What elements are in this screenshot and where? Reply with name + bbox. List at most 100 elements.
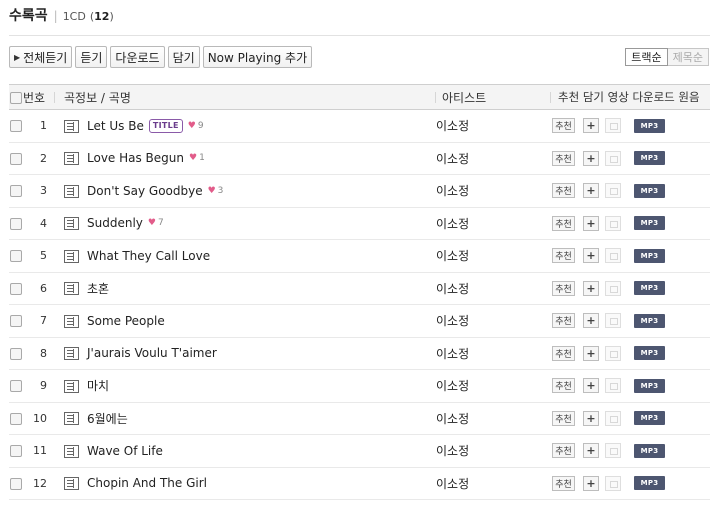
add-to-playlist-button[interactable]: +	[583, 313, 599, 329]
lyrics-doc-icon[interactable]	[64, 249, 79, 263]
mp3-download-button[interactable]: MP3	[634, 216, 665, 231]
add-to-playlist-button[interactable]: +	[583, 215, 599, 231]
lyrics-doc-icon[interactable]	[64, 119, 79, 133]
song-title[interactable]: Let Us Be	[87, 119, 144, 133]
song-title[interactable]: Love Has Begun	[87, 151, 184, 165]
track-checkbox[interactable]	[10, 477, 22, 490]
lyrics-doc-icon[interactable]	[64, 152, 79, 166]
column-song: 곡정보 / 곡명	[54, 85, 435, 110]
mp3-download-button[interactable]: MP3	[634, 118, 665, 133]
mp3-download-button[interactable]: MP3	[634, 476, 665, 491]
video-icon	[605, 378, 621, 394]
mp3-download-button[interactable]: MP3	[634, 443, 665, 458]
mp3-download-button[interactable]: MP3	[634, 346, 665, 361]
sort-title-button[interactable]: 제목순	[667, 48, 709, 66]
lyrics-doc-icon[interactable]	[64, 282, 79, 296]
artist-name[interactable]: 이소정	[436, 184, 469, 198]
lyrics-doc-icon[interactable]	[64, 444, 79, 458]
select-all-checkbox[interactable]	[10, 91, 22, 104]
track-number: 4	[40, 216, 47, 230]
recommend-button[interactable]: 추천	[552, 183, 575, 199]
add-to-playlist-button[interactable]: +	[583, 150, 599, 166]
recommend-button[interactable]: 추천	[552, 345, 575, 361]
lyrics-doc-icon[interactable]	[64, 217, 79, 231]
recommend-button[interactable]: 추천	[552, 475, 575, 491]
artist-name[interactable]: 이소정	[436, 379, 469, 393]
song-title[interactable]: Chopin And The Girl	[87, 476, 207, 490]
song-title[interactable]: Wave Of Life	[87, 444, 163, 458]
like-count: 1	[199, 153, 205, 164]
recommend-button[interactable]: 추천	[552, 280, 575, 296]
lyrics-doc-icon[interactable]	[64, 412, 79, 426]
recommend-button[interactable]: 추천	[552, 215, 575, 231]
sort-track-button[interactable]: 트랙순	[625, 48, 668, 66]
add-to-playlist-button[interactable]: +	[583, 248, 599, 264]
mp3-download-button[interactable]: MP3	[634, 151, 665, 166]
download-button[interactable]: 다운로드	[110, 46, 165, 68]
song-title[interactable]: 6월에는	[87, 410, 128, 427]
lyrics-doc-icon[interactable]	[64, 184, 79, 198]
artist-name[interactable]: 이소정	[436, 477, 469, 491]
track-checkbox[interactable]	[10, 250, 22, 263]
lyrics-doc-icon[interactable]	[64, 347, 79, 361]
track-checkbox[interactable]	[10, 185, 22, 198]
mp3-download-button[interactable]: MP3	[634, 183, 665, 198]
add-to-playlist-button[interactable]: +	[583, 183, 599, 199]
play-all-button[interactable]: ▶ 전체듣기	[9, 46, 73, 68]
recommend-button[interactable]: 추천	[552, 378, 575, 394]
track-checkbox[interactable]	[10, 347, 22, 360]
artist-name[interactable]: 이소정	[436, 119, 469, 133]
recommend-button[interactable]: 추천	[552, 313, 575, 329]
track-checkbox[interactable]	[10, 217, 22, 230]
mp3-download-button[interactable]: MP3	[634, 411, 665, 426]
recommend-button[interactable]: 추천	[552, 248, 575, 264]
add-to-playlist-button[interactable]: +	[583, 280, 599, 296]
song-title[interactable]: What They Call Love	[87, 249, 210, 263]
artist-name[interactable]: 이소정	[436, 152, 469, 166]
mp3-download-button[interactable]: MP3	[634, 248, 665, 263]
song-title[interactable]: 초혼	[87, 280, 109, 297]
now-playing-add-button[interactable]: Now Playing 추가	[202, 46, 313, 68]
artist-name[interactable]: 이소정	[436, 249, 469, 263]
track-checkbox[interactable]	[10, 412, 22, 425]
add-to-playlist-button[interactable]: +	[583, 410, 599, 426]
title-track-badge: TITLE	[148, 118, 183, 133]
track-checkbox[interactable]	[10, 282, 22, 295]
play-triangle-icon: ▶	[14, 52, 21, 62]
song-title[interactable]: J'aurais Voulu T'aimer	[87, 346, 217, 360]
listen-button[interactable]: 듣기	[75, 46, 108, 68]
lyrics-doc-icon[interactable]	[64, 379, 79, 393]
artist-name[interactable]: 이소정	[436, 412, 469, 426]
song-title[interactable]: Don't Say Goodbye	[87, 184, 203, 198]
header-divider	[9, 35, 710, 36]
song-title[interactable]: Suddenly	[87, 216, 143, 230]
artist-name[interactable]: 이소정	[436, 217, 469, 231]
table-row: 12 Chopin And The Girl 이소정 추천 + MP3	[9, 467, 710, 500]
artist-name[interactable]: 이소정	[436, 347, 469, 361]
artist-name[interactable]: 이소정	[436, 314, 469, 328]
lyrics-doc-icon[interactable]	[64, 314, 79, 328]
recommend-button[interactable]: 추천	[552, 150, 575, 166]
track-checkbox[interactable]	[10, 315, 22, 328]
track-checkbox[interactable]	[10, 380, 22, 393]
artist-name[interactable]: 이소정	[436, 444, 469, 458]
track-checkbox[interactable]	[10, 445, 22, 458]
add-button[interactable]: 담기	[167, 46, 200, 68]
recommend-button[interactable]: 추천	[552, 118, 575, 134]
recommend-button[interactable]: 추천	[552, 410, 575, 426]
artist-name[interactable]: 이소정	[436, 282, 469, 296]
song-title[interactable]: 마치	[87, 377, 109, 394]
add-to-playlist-button[interactable]: +	[583, 475, 599, 491]
song-title[interactable]: Some People	[87, 314, 165, 328]
add-to-playlist-button[interactable]: +	[583, 378, 599, 394]
add-to-playlist-button[interactable]: +	[583, 443, 599, 459]
mp3-download-button[interactable]: MP3	[634, 378, 665, 393]
track-checkbox[interactable]	[10, 120, 22, 133]
track-checkbox[interactable]	[10, 152, 22, 165]
add-to-playlist-button[interactable]: +	[583, 118, 599, 134]
lyrics-doc-icon[interactable]	[64, 477, 79, 491]
mp3-download-button[interactable]: MP3	[634, 313, 665, 328]
add-to-playlist-button[interactable]: +	[583, 345, 599, 361]
mp3-download-button[interactable]: MP3	[634, 281, 665, 296]
recommend-button[interactable]: 추천	[552, 443, 575, 459]
